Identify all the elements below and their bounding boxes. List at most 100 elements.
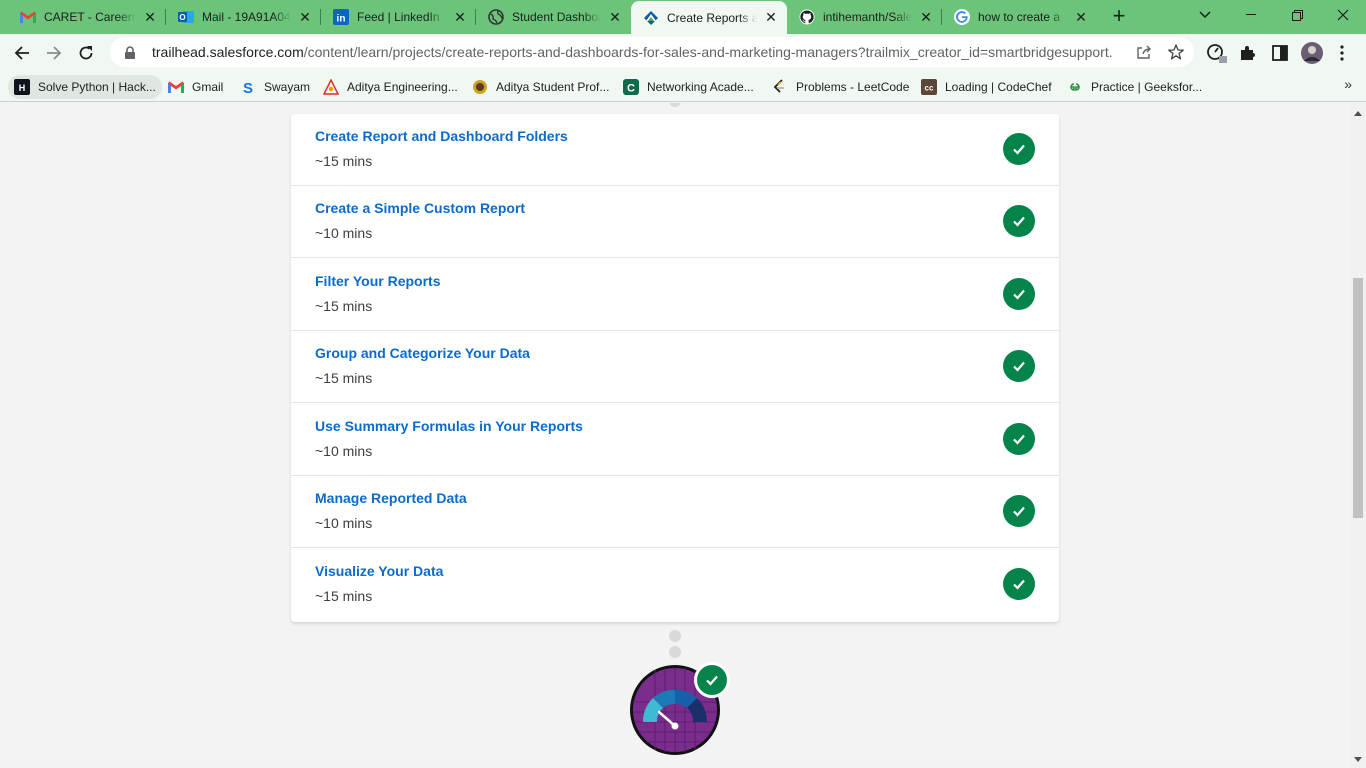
bookmark-aditya-student[interactable]: Aditya Student Prof... [466, 75, 615, 99]
unit-item[interactable]: Visualize Your Data ~15 mins [291, 549, 1059, 621]
bookmark-aditya-engineering[interactable]: Aditya Engineering... [317, 75, 464, 99]
tab-title: Student Dashboa [512, 10, 601, 24]
svg-text:H: H [19, 83, 26, 93]
bookmarks-bar: H Solve Python | Hack... Gmail S Swayam … [0, 71, 1366, 102]
svg-text:in: in [337, 14, 346, 25]
bookmark-label: Aditya Engineering... [347, 80, 458, 94]
globe-icon [488, 9, 504, 25]
bookmark-label: Problems - LeetCode [796, 80, 910, 94]
tab-linkedin[interactable]: in Feed | LinkedIn ✕ [321, 0, 476, 34]
units-list-card: Create Report and Dashboard Folders ~15 … [291, 114, 1059, 622]
bookmark-label: Gmail [192, 80, 224, 94]
path-connector-dot [669, 646, 681, 658]
tab-student-dashboard[interactable]: Student Dashboa ✕ [476, 0, 631, 34]
lock-icon[interactable] [122, 45, 138, 59]
tab-google-search[interactable]: how to create a ✕ [942, 0, 1097, 34]
completed-check-icon [1003, 495, 1035, 527]
codechef-icon: cc [921, 79, 937, 95]
tab-strip: CARET - Careerne ✕ O Mail - 19A91A04 ✕ i… [0, 0, 1366, 34]
geeksforgeeks-icon [1067, 79, 1083, 95]
performance-icon[interactable] [1204, 41, 1228, 65]
svg-text:cc: cc [925, 84, 934, 93]
completed-check-icon [1003, 278, 1035, 310]
close-icon[interactable]: ✕ [295, 7, 315, 27]
close-icon[interactable]: ✕ [605, 7, 625, 27]
bookmark-gmail[interactable]: Gmail [162, 75, 229, 99]
chrome-menu-icon[interactable] [1330, 41, 1354, 65]
completed-check-icon [1003, 133, 1035, 165]
unit-item[interactable]: Create a Simple Custom Report ~10 mins [291, 186, 1059, 258]
linkedin-icon: in [333, 9, 349, 25]
side-panel-icon[interactable] [1268, 41, 1292, 65]
tab-mail[interactable]: O Mail - 19A91A04 ✕ [166, 0, 321, 34]
tab-search-chevron-icon[interactable] [1182, 0, 1228, 30]
aditya-student-icon [472, 79, 488, 95]
unit-duration: ~15 mins [315, 370, 373, 386]
close-icon[interactable]: ✕ [916, 7, 936, 27]
bookmark-label: Practice | Geeksfor... [1091, 80, 1203, 94]
bookmark-star-icon[interactable] [1166, 42, 1186, 62]
badge-completed-check-icon [694, 662, 730, 698]
unit-title-link[interactable]: Group and Categorize Your Data [315, 345, 530, 361]
close-icon[interactable]: ✕ [761, 8, 781, 28]
tab-github[interactable]: intihemanth/Sale ✕ [787, 0, 942, 34]
unit-item[interactable]: Manage Reported Data ~10 mins [291, 476, 1059, 548]
unit-item[interactable]: Group and Categorize Your Data ~15 mins [291, 331, 1059, 403]
tab-title: Feed | LinkedIn [357, 10, 440, 24]
path-connector-dot [669, 103, 681, 107]
close-icon[interactable]: ✕ [1071, 7, 1091, 27]
gmail-icon [20, 9, 36, 25]
browser-toolbar: trailhead.salesforce.com/content/learn/p… [0, 34, 1366, 71]
svg-text:O: O [179, 13, 185, 22]
bookmark-netacad[interactable]: C Networking Acade... [617, 75, 760, 99]
unit-item[interactable]: Create Report and Dashboard Folders ~15 … [291, 114, 1059, 186]
reload-icon[interactable] [72, 39, 100, 67]
page-scrollbar[interactable] [1350, 103, 1366, 768]
close-window-icon[interactable] [1320, 0, 1366, 30]
tab-create-reports[interactable]: Create Reports a ✕ [631, 1, 787, 34]
scroll-up-arrow-icon[interactable] [1354, 111, 1362, 116]
tab-caret[interactable]: CARET - Careerne ✕ [8, 0, 166, 34]
extensions-puzzle-icon[interactable] [1236, 41, 1260, 65]
page-content: Create Report and Dashboard Folders ~15 … [0, 103, 1350, 768]
close-icon[interactable]: ✕ [140, 7, 160, 27]
completed-check-icon [1003, 423, 1035, 455]
close-icon[interactable]: ✕ [450, 7, 470, 27]
swayam-icon: S [240, 79, 256, 95]
address-bar[interactable]: trailhead.salesforce.com/content/learn/p… [110, 37, 1194, 67]
back-arrow-icon[interactable] [8, 39, 36, 67]
bookmark-geeksforgeeks[interactable]: Practice | Geeksfor... [1061, 75, 1208, 99]
share-icon[interactable] [1134, 42, 1154, 62]
google-icon [954, 9, 970, 25]
new-tab-button[interactable]: + [1107, 5, 1131, 29]
bookmarks-overflow-icon[interactable]: » [1344, 76, 1352, 92]
completed-check-icon [1003, 568, 1035, 600]
profile-avatar-icon[interactable] [1300, 41, 1324, 65]
unit-title-link[interactable]: Use Summary Formulas in Your Reports [315, 418, 583, 434]
unit-item[interactable]: Filter Your Reports ~15 mins [291, 259, 1059, 331]
trailhead-icon [643, 10, 659, 26]
unit-item[interactable]: Use Summary Formulas in Your Reports ~10… [291, 404, 1059, 476]
unit-title-link[interactable]: Create a Simple Custom Report [315, 200, 525, 216]
svg-text:S: S [243, 80, 253, 95]
bookmark-hackerrank[interactable]: H Solve Python | Hack... [8, 75, 162, 99]
minimize-icon[interactable] [1228, 0, 1274, 30]
unit-duration: ~10 mins [315, 225, 373, 241]
tab-title: Create Reports a [667, 10, 757, 25]
restore-icon[interactable] [1274, 0, 1320, 30]
forward-arrow-icon[interactable] [40, 39, 68, 67]
bookmark-codechef[interactable]: cc Loading | CodeChef [915, 75, 1058, 99]
tab-title: Mail - 19A91A04 [202, 10, 291, 24]
scrollbar-thumb[interactable] [1353, 278, 1363, 518]
unit-title-link[interactable]: Create Report and Dashboard Folders [315, 128, 568, 144]
bookmark-leetcode[interactable]: Problems - LeetCode [766, 75, 915, 99]
scroll-down-arrow-icon[interactable] [1354, 757, 1362, 762]
unit-title-link[interactable]: Visualize Your Data [315, 563, 443, 579]
url-text[interactable]: trailhead.salesforce.com/content/learn/p… [152, 44, 1112, 60]
unit-title-link[interactable]: Manage Reported Data [315, 490, 467, 506]
unit-title-link[interactable]: Filter Your Reports [315, 273, 441, 289]
bookmark-label: Loading | CodeChef [945, 80, 1052, 94]
bookmark-swayam[interactable]: S Swayam [234, 75, 316, 99]
unit-duration: ~15 mins [315, 298, 373, 314]
tab-title: how to create a [978, 10, 1061, 24]
